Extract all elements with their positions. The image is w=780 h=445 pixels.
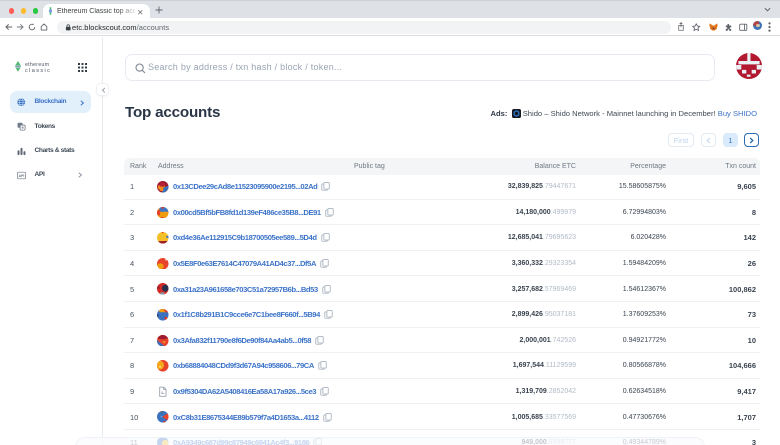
svg-text:API: API <box>19 173 25 177</box>
